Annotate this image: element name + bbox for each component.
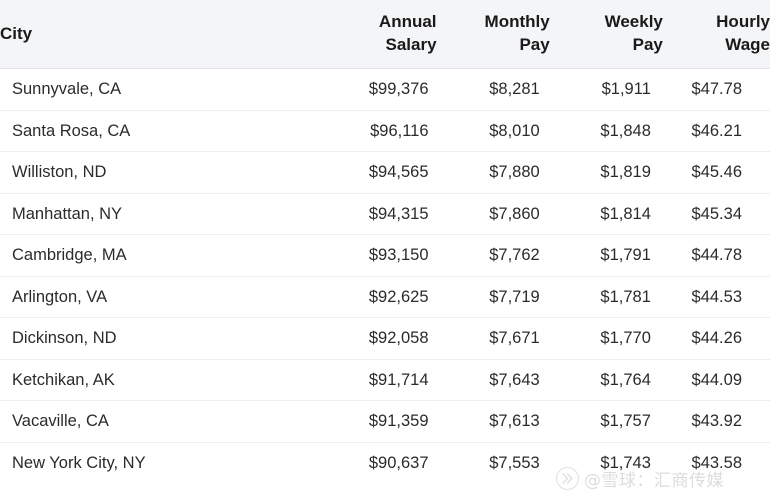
cell-hourly: $43.92 xyxy=(662,400,770,443)
table-row[interactable]: Manhattan, NY $94,315 $7,860 $1,814 $45.34 xyxy=(0,193,770,235)
cell-city: Arlington, VA xyxy=(0,276,324,318)
table-row[interactable]: New York City, NY $90,637 $7,553 $1,743 $43.… xyxy=(0,442,770,484)
city-salary-table: City Annual Salary Monthly Pay Weekly Pa… xyxy=(0,0,770,484)
cell-annual: $93,150 xyxy=(323,234,437,277)
column-header-weekly-pay[interactable]: Weekly Pay xyxy=(549,0,663,69)
table-row[interactable]: Dickinson, ND $92,058 $7,671 $1,770 $44.26 xyxy=(0,317,770,360)
cell-monthly: $8,281 xyxy=(436,68,550,111)
cell-city: Santa Rosa, CA xyxy=(0,110,324,152)
cell-city: Dickinson, ND xyxy=(0,317,324,360)
cell-annual: $92,625 xyxy=(323,276,437,318)
cell-monthly: $8,010 xyxy=(436,110,550,152)
cell-weekly: $1,757 xyxy=(549,400,663,443)
cell-city: New York City, NY xyxy=(12,454,146,472)
table-row[interactable]: Arlington, VA $92,625 $7,719 $1,781 $44.53 xyxy=(0,276,770,318)
column-header-annual-salary[interactable]: Annual Salary xyxy=(323,0,437,69)
cell-monthly: $7,553 xyxy=(489,454,540,472)
cell-city: Sunnyvale, CA xyxy=(0,68,324,111)
cell-weekly: $1,781 xyxy=(549,276,663,318)
cell-hourly: $46.21 xyxy=(662,110,770,152)
cell-city: Williston, ND xyxy=(0,151,324,194)
salary-table-container: City Annual Salary Monthly Pay Weekly Pa… xyxy=(0,0,770,500)
column-header-city[interactable]: City xyxy=(0,0,324,69)
cell-city: Manhattan, NY xyxy=(0,193,324,235)
cell-hourly: $45.46 xyxy=(662,151,770,194)
cell-annual: $91,714 xyxy=(323,359,437,401)
cell-annual: $94,565 xyxy=(323,151,437,194)
cell-city: Vacaville, CA xyxy=(0,400,324,443)
table-body: Sunnyvale, CA $99,376 $8,281 $1,911 $47.78 Sa… xyxy=(0,68,770,484)
cell-weekly: $1,848 xyxy=(549,110,663,152)
cell-hourly: $44.26 xyxy=(662,317,770,360)
cell-annual: $96,116 xyxy=(323,110,437,152)
cell-weekly: $1,764 xyxy=(549,359,663,401)
cell-weekly: $1,770 xyxy=(549,317,663,360)
cell-monthly: $7,719 xyxy=(436,276,550,318)
cell-annual: $94,315 xyxy=(323,193,437,235)
cell-hourly: $44.53 xyxy=(662,276,770,318)
table-row[interactable]: Santa Rosa, CA $96,116 $8,010 $1,848 $46.21 xyxy=(0,110,770,152)
cell-monthly: $7,643 xyxy=(436,359,550,401)
cell-annual: $90,637 xyxy=(368,454,429,472)
column-header-hourly-wage[interactable]: Hourly Wage xyxy=(662,0,770,69)
table-row[interactable]: Cambridge, MA $93,150 $7,762 $1,791 $44.78 xyxy=(0,234,770,277)
cell-weekly: $1,814 xyxy=(549,193,663,235)
cell-hourly: $47.78 xyxy=(662,68,770,111)
cell-monthly: $7,860 xyxy=(436,193,550,235)
cell-hourly: $44.09 xyxy=(662,359,770,401)
cell-hourly: $43.58 xyxy=(691,454,742,472)
cell-annual: $91,359 xyxy=(323,400,437,443)
cell-annual: $99,376 xyxy=(323,68,437,111)
cell-weekly: $1,743 xyxy=(600,454,651,472)
cell-monthly: $7,762 xyxy=(436,234,550,277)
cell-hourly: $44.78 xyxy=(662,234,770,277)
cell-weekly: $1,911 xyxy=(549,68,663,111)
cell-annual: $92,058 xyxy=(323,317,437,360)
table-row[interactable]: Ketchikan, AK $91,714 $7,643 $1,764 $44.09 xyxy=(0,359,770,401)
cell-hourly: $45.34 xyxy=(662,193,770,235)
table-header: City Annual Salary Monthly Pay Weekly Pa… xyxy=(0,0,770,69)
cell-monthly: $7,613 xyxy=(436,400,550,443)
cell-weekly: $1,791 xyxy=(549,234,663,277)
table-row[interactable]: Vacaville, CA $91,359 $7,613 $1,757 $43.92 xyxy=(0,400,770,443)
table-header-row: City Annual Salary Monthly Pay Weekly Pa… xyxy=(0,0,770,69)
cell-city: Ketchikan, AK xyxy=(0,359,324,401)
cell-city: Cambridge, MA xyxy=(0,234,324,277)
cell-monthly: $7,880 xyxy=(436,151,550,194)
table-row[interactable]: Sunnyvale, CA $99,376 $8,281 $1,911 $47.78 xyxy=(0,68,770,111)
cell-monthly: $7,671 xyxy=(436,317,550,360)
cell-weekly: $1,819 xyxy=(549,151,663,194)
table-row[interactable]: Williston, ND $94,565 $7,880 $1,819 $45.46 xyxy=(0,151,770,194)
column-header-monthly-pay[interactable]: Monthly Pay xyxy=(436,0,550,69)
